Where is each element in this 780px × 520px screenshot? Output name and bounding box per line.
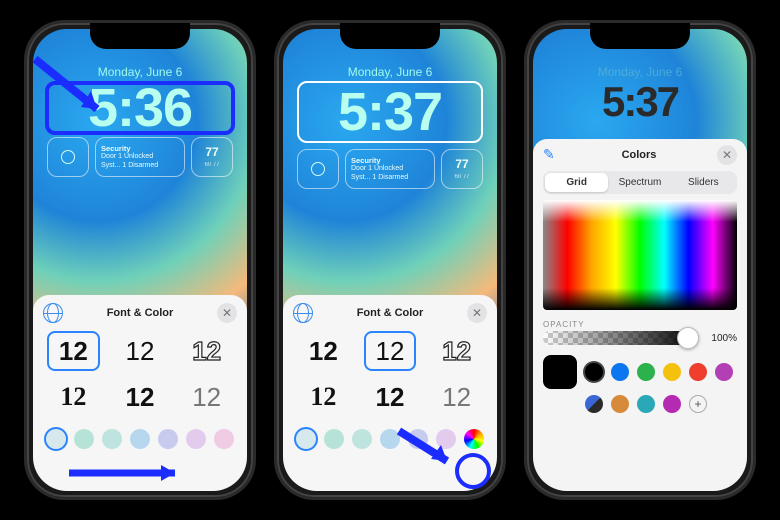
- font-option-3[interactable]: 12: [180, 331, 233, 371]
- weather-temp: 77: [205, 146, 218, 158]
- sheet-title: Font & Color: [357, 307, 424, 319]
- globe-icon[interactable]: [43, 303, 63, 323]
- tab-grid[interactable]: Grid: [545, 173, 608, 192]
- color-grid[interactable]: [543, 200, 737, 310]
- font-option-5[interactable]: 12: [364, 377, 417, 417]
- globe-icon[interactable]: [293, 303, 313, 323]
- color-swatch[interactable]: [102, 429, 122, 449]
- preset-swatch[interactable]: [611, 395, 629, 413]
- font-grid: 12 12 12 12 12 12: [43, 329, 237, 425]
- notch: [90, 23, 190, 49]
- font-option-5[interactable]: 12: [114, 377, 167, 417]
- security-line-1: Door 1 Unlocked: [101, 153, 158, 162]
- security-line-2: Syst... 1 Disarmed: [101, 162, 158, 171]
- colors-title: Colors: [622, 149, 657, 161]
- current-color-preview: [543, 355, 577, 389]
- lock-screen-time: 5:37: [533, 81, 747, 123]
- font-option-1[interactable]: 12: [47, 331, 100, 371]
- security-line-2: Syst... 1 Disarmed: [351, 174, 408, 183]
- color-presets-row-1: [543, 355, 737, 389]
- eyedropper-icon[interactable]: ✎: [543, 146, 561, 164]
- font-option-6[interactable]: 12: [430, 377, 483, 417]
- weather-range: 60 77: [204, 162, 219, 168]
- color-presets-row-2: +: [585, 395, 737, 413]
- weather-widget[interactable]: 77 60 77: [191, 137, 233, 177]
- close-icon[interactable]: ✕: [467, 303, 487, 323]
- tab-sliders[interactable]: Sliders: [672, 173, 735, 192]
- close-icon[interactable]: ✕: [717, 145, 737, 165]
- font-option-2[interactable]: 12: [114, 331, 167, 371]
- notch: [340, 23, 440, 49]
- font-option-6[interactable]: 12: [180, 377, 233, 417]
- opacity-value: 100%: [703, 333, 737, 344]
- opacity-slider[interactable]: [543, 331, 697, 345]
- color-swatch[interactable]: [214, 429, 234, 449]
- preset-swatch[interactable]: [663, 395, 681, 413]
- security-line-1: Door 1 Unlocked: [351, 165, 408, 174]
- weather-temp: 77: [455, 158, 468, 170]
- airpods-icon: [311, 162, 325, 176]
- font-grid: 12 12 12 12 12 12: [293, 329, 487, 425]
- annotation-arrow-icon: [393, 425, 463, 475]
- lock-screen: Monday, June 6 5:37 ✎ Colors ✕ Grid Spec…: [533, 29, 747, 491]
- notch: [590, 23, 690, 49]
- font-option-4[interactable]: 12: [47, 377, 100, 417]
- color-swatch[interactable]: [74, 429, 94, 449]
- custom-color-button[interactable]: [464, 429, 484, 449]
- lock-screen-time: 5:37: [299, 85, 481, 139]
- annotation-arrow-icon: [29, 53, 119, 133]
- font-option-3[interactable]: 12: [430, 331, 483, 371]
- color-swatch[interactable]: [130, 429, 150, 449]
- color-swatch[interactable]: [186, 429, 206, 449]
- phone-1: Monday, June 6 5:36 Security Door 1 Unlo…: [24, 20, 256, 500]
- lock-screen-date[interactable]: Monday, June 6: [283, 65, 497, 79]
- add-preset-button[interactable]: +: [689, 395, 707, 413]
- opacity-thumb[interactable]: [677, 327, 699, 349]
- widget-row: Security Door 1 Unlocked Syst... 1 Disar…: [33, 137, 247, 177]
- color-swatch[interactable]: [296, 429, 316, 449]
- preset-swatch[interactable]: [611, 363, 629, 381]
- colors-panel: ✎ Colors ✕ Grid Spectrum Sliders OPACITY…: [533, 139, 747, 491]
- security-title: Security: [101, 144, 158, 153]
- font-option-4[interactable]: 12: [297, 377, 350, 417]
- lock-screen: Monday, June 6 5:37 Security Door 1 Unlo…: [283, 29, 497, 491]
- preset-swatch[interactable]: [585, 395, 603, 413]
- clock-selection-box[interactable]: 5:37: [297, 81, 483, 143]
- preset-swatch[interactable]: [585, 363, 603, 381]
- preset-swatch[interactable]: [715, 363, 733, 381]
- phone-2: Monday, June 6 5:37 Security Door 1 Unlo…: [274, 20, 506, 500]
- color-swatch[interactable]: [324, 429, 344, 449]
- color-swatch[interactable]: [46, 429, 66, 449]
- color-mode-tabs[interactable]: Grid Spectrum Sliders: [543, 171, 737, 194]
- annotation-arrow-icon: [65, 461, 195, 485]
- airpods-widget[interactable]: [47, 137, 89, 177]
- airpods-icon: [61, 150, 75, 164]
- font-option-1[interactable]: 12: [297, 331, 350, 371]
- preset-swatch[interactable]: [689, 363, 707, 381]
- color-swatch-row: [43, 425, 237, 451]
- widget-row: Security Door 1 Unlocked Syst... 1 Disar…: [283, 149, 497, 189]
- preset-swatch[interactable]: [663, 363, 681, 381]
- lock-screen-date: Monday, June 6: [533, 65, 747, 79]
- security-widget[interactable]: Security Door 1 Unlocked Syst... 1 Disar…: [345, 149, 435, 189]
- sheet-title: Font & Color: [107, 307, 174, 319]
- weather-widget[interactable]: 77 60 77: [441, 149, 483, 189]
- font-option-2[interactable]: 12: [364, 331, 417, 371]
- airpods-widget[interactable]: [297, 149, 339, 189]
- close-icon[interactable]: ✕: [217, 303, 237, 323]
- preset-swatch[interactable]: [637, 395, 655, 413]
- color-swatch[interactable]: [158, 429, 178, 449]
- color-swatch[interactable]: [352, 429, 372, 449]
- preset-swatch[interactable]: [637, 363, 655, 381]
- security-title: Security: [351, 156, 408, 165]
- opacity-label: OPACITY: [543, 320, 737, 329]
- weather-range: 60 77: [454, 174, 469, 180]
- security-widget[interactable]: Security Door 1 Unlocked Syst... 1 Disar…: [95, 137, 185, 177]
- tab-spectrum[interactable]: Spectrum: [608, 173, 671, 192]
- phone-3: Monday, June 6 5:37 ✎ Colors ✕ Grid Spec…: [524, 20, 756, 500]
